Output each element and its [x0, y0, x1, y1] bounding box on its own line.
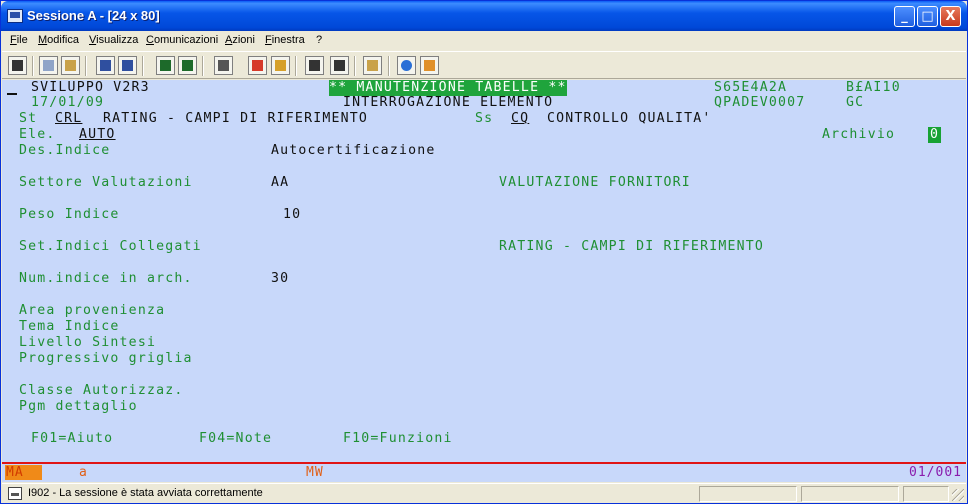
input-cursor [7, 93, 17, 95]
st-description: RATING - CAMPI DI RIFERIMENTO [103, 111, 369, 126]
status-message: I902 - La sessione è stata avviata corre… [28, 487, 263, 499]
play-macro-icon[interactable] [271, 56, 290, 75]
archivio-label: Archivio [822, 127, 896, 142]
session-code: S65E4A2A [714, 80, 788, 95]
st-label: St [19, 111, 38, 126]
area-provenienza-label: Area provenienza [19, 303, 166, 318]
oia-mode: MA [5, 465, 42, 480]
status-bar: I902 - La sessione è stata avviata corre… [2, 483, 966, 503]
print-screen-icon[interactable] [8, 56, 27, 75]
toolbar-separator [32, 56, 34, 76]
menu-modifica[interactable]: Modifica [38, 34, 79, 46]
toolbar-separator [85, 56, 87, 76]
receive-file-icon[interactable] [118, 56, 137, 75]
toolbar-separator [388, 56, 390, 76]
menu-azioni[interactable]: Azioni [225, 34, 255, 46]
set-indici-description: RATING - CAMPI DI RIFERIMENTO [499, 239, 765, 254]
toolbar [2, 51, 966, 79]
settore-value: AA [271, 175, 290, 190]
des-indice-label: Des.Indice [19, 143, 111, 158]
close-button[interactable]: X [940, 6, 961, 27]
clipboard-icon[interactable] [363, 56, 382, 75]
window-title: Sessione A - [24 x 80] [27, 8, 160, 23]
peso-label: Peso Indice [19, 207, 120, 222]
connection-status-icon [8, 487, 22, 500]
menu-file[interactable]: File [10, 34, 28, 46]
st-code: CRL [55, 111, 83, 126]
device-name: QPADEV0007 [714, 95, 806, 110]
ss-code: CQ [511, 111, 530, 126]
archivio-field[interactable]: 0 [928, 127, 942, 143]
status-panel-2 [801, 486, 899, 502]
status-panel-1 [699, 486, 797, 502]
menu-bar: File Modifica Visualizza Comunicazioni A… [2, 31, 966, 50]
fkey-f01[interactable]: F01=Aiuto [31, 431, 113, 447]
record-macro-icon[interactable] [248, 56, 267, 75]
menu-help[interactable]: ? [316, 34, 322, 46]
fkey-f10[interactable]: F10=Funzioni [343, 431, 453, 447]
menu-visualizza[interactable]: Visualizza [89, 34, 138, 46]
oia-indicator: a [79, 465, 88, 480]
ss-label: Ss [475, 111, 494, 126]
device-suffix: GC [846, 95, 865, 110]
classe-autorizzaz-label: Classe Autorizzaz. [19, 383, 184, 398]
maximize-button[interactable]: □ [917, 6, 938, 27]
edit-icon[interactable] [420, 56, 439, 75]
terminal-app-icon[interactable] [7, 9, 23, 23]
screen-date: 17/01/09 [31, 95, 105, 110]
ss-description: CONTROLLO QUALITA' [547, 111, 712, 126]
terminal-screen[interactable]: SVILUPPO V2R3 ** MANUTENZIONE TABELLE **… [2, 80, 966, 462]
macro-save-icon[interactable] [330, 56, 349, 75]
settore-description: VALUTAZIONE FORNITORI [499, 175, 691, 190]
ele-field[interactable]: AUTO [79, 127, 116, 143]
display-icon[interactable] [156, 56, 175, 75]
tema-indice-label: Tema Indice [19, 319, 120, 334]
cursor-position: 01/001 [909, 465, 962, 480]
macro-settings-icon[interactable] [305, 56, 324, 75]
pgm-dettaglio-label: Pgm dettaglio [19, 399, 138, 414]
num-indice-label: Num.indice in arch. [19, 271, 193, 286]
peso-value: 10 [283, 207, 302, 222]
send-file-icon[interactable] [96, 56, 115, 75]
settore-label: Settore Valutazioni [19, 175, 193, 190]
user-id: B£AI10 [846, 80, 901, 95]
resize-grip[interactable] [952, 489, 964, 501]
operator-info-area: MA a MW 01/001 [2, 462, 966, 482]
system-name: SVILUPPO V2R3 [31, 80, 150, 95]
menu-comunicazioni[interactable]: Comunicazioni [146, 34, 218, 46]
keyboard-icon[interactable] [214, 56, 233, 75]
progressivo-griglia-label: Progressivo griglia [19, 351, 193, 366]
minimize-button[interactable]: _ [894, 6, 915, 27]
display-settings-icon[interactable] [178, 56, 197, 75]
screen-banner: ** MANUTENZIONE TABELLE ** [329, 80, 567, 96]
copy-icon[interactable] [39, 56, 58, 75]
livello-sintesi-label: Livello Sintesi [19, 335, 157, 350]
screen-title: INTERROGAZIONE ELEMENTO [343, 95, 554, 110]
globe-icon[interactable] [397, 56, 416, 75]
set-indici-label: Set.Indici Collegati [19, 239, 202, 254]
paste-icon[interactable] [61, 56, 80, 75]
toolbar-separator [142, 56, 144, 76]
oia-message-waiting: MW [306, 465, 324, 480]
toolbar-separator [295, 56, 297, 76]
toolbar-separator [354, 56, 356, 76]
ele-label: Ele. [19, 127, 56, 142]
emulator-window: Sessione A - [24 x 80] _ □ X File Modifi… [0, 0, 968, 504]
menu-finestra[interactable]: Finestra [265, 34, 305, 46]
num-indice-value: 30 [271, 271, 290, 286]
status-panel-3 [903, 486, 949, 502]
title-bar[interactable]: Sessione A - [24 x 80] _ □ X [1, 1, 967, 31]
fkey-f04[interactable]: F04=Note [199, 431, 272, 447]
des-indice-value: Autocertificazione [271, 143, 436, 158]
toolbar-separator [202, 56, 204, 76]
